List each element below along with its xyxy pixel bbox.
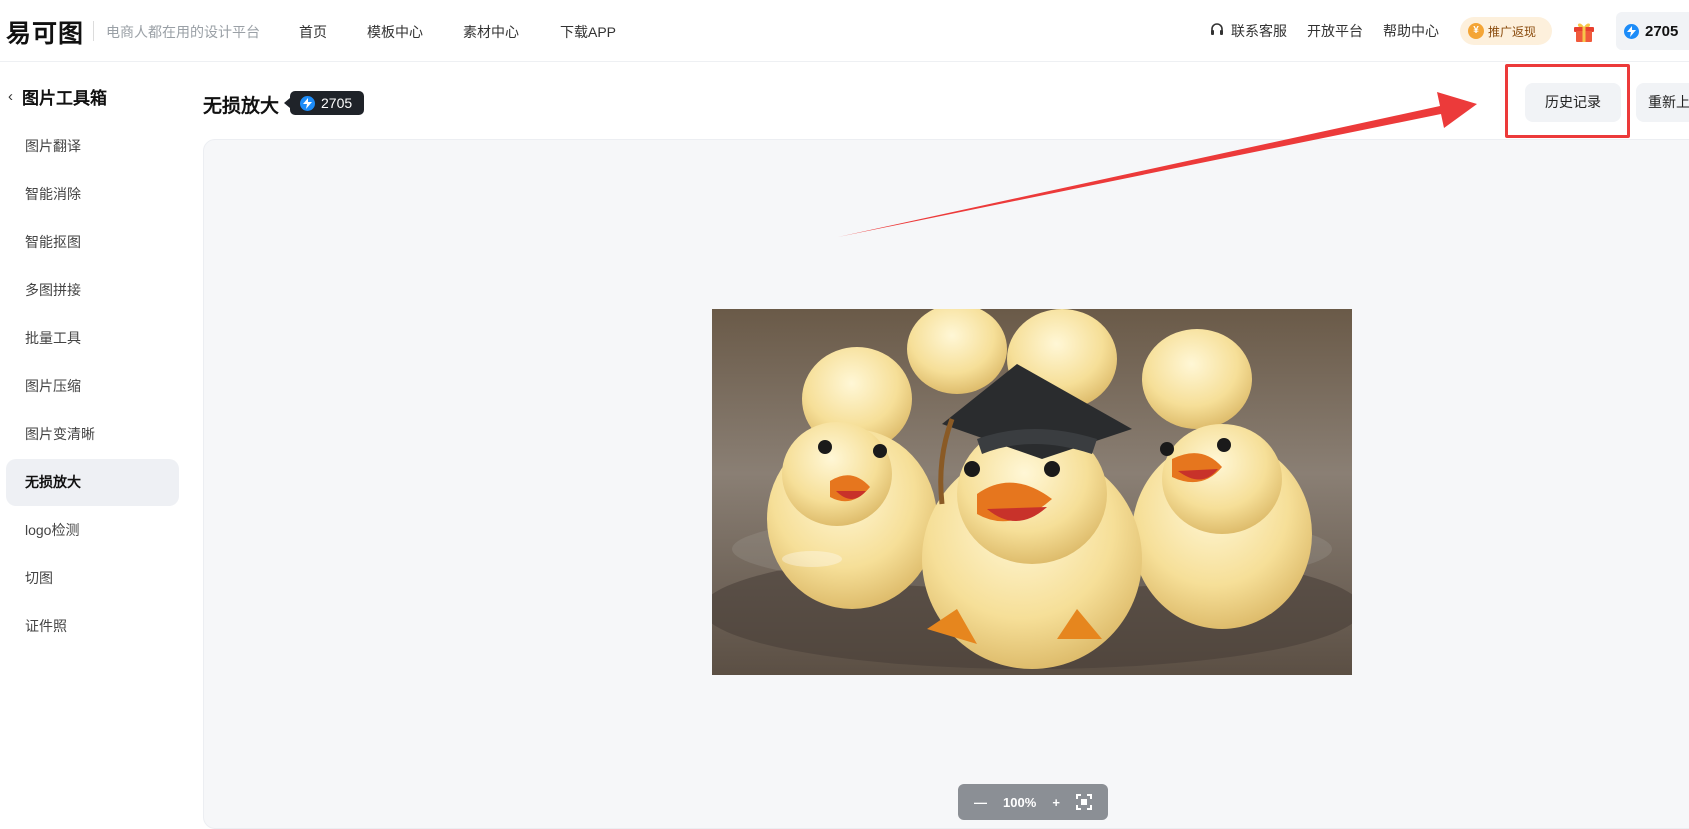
zoom-in-button[interactable]: + [1052,795,1060,810]
headset-icon [1211,23,1223,35]
annotation-highlight-box [1505,64,1630,138]
top-header: 易可图 电商人都在用的设计平台 首页 模板中心 素材中心 下载APP 联系客服 … [0,0,1689,62]
nav-download-app[interactable]: 下载APP [560,22,616,42]
sidebar-item-batch-tools[interactable]: 批量工具 [6,315,179,362]
sidebar-item-compress[interactable]: 图片压缩 [6,363,179,410]
zoom-out-button[interactable]: — [974,795,987,810]
sidebar-item-slice[interactable]: 切图 [6,555,179,602]
zoom-level: 100% [1003,794,1037,810]
chevron-left-icon: ‹ [8,88,13,105]
credit-badge-count: 2705 [321,95,353,111]
sidebar-item-id-photo[interactable]: 证件照 [6,603,179,650]
back-to-toolbox[interactable]: ‹ 图片工具箱 [8,84,107,109]
site-logo[interactable]: 易可图 [6,14,84,50]
sidebar-item-smart-erase[interactable]: 智能消除 [6,171,179,218]
credit-count: 2705 [1645,22,1679,40]
site-slogan: 电商人都在用的设计平台 [106,24,260,40]
gift-icon[interactable] [1572,19,1596,43]
reupload-button[interactable]: 重新上 [1636,83,1689,122]
help-center-link[interactable]: 帮助中心 [1383,21,1439,41]
fit-screen-icon[interactable] [1075,794,1092,810]
sidebar-item-collage[interactable]: 多图拼接 [6,267,179,314]
sidebar-item-lossless-upscale[interactable]: 无损放大 [6,459,179,506]
contact-support-link[interactable]: 联系客服 [1231,21,1287,41]
nav-home[interactable]: 首页 [299,22,327,42]
preview-image[interactable] [712,309,1352,675]
credit-badge: 2705 [283,91,365,115]
sidebar-item-sharpen[interactable]: 图片变清晰 [6,411,179,458]
zoom-controls: — 100% + [958,784,1108,820]
logo-divider [93,21,94,41]
nav-templates[interactable]: 模板中心 [367,22,423,42]
page-title: 无损放大 [203,96,280,117]
nav-materials[interactable]: 素材中心 [463,22,519,42]
sidebar-item-logo-detect[interactable]: logo检测 [6,507,179,554]
bolt-icon [1624,23,1639,39]
toolbox-title: 图片工具箱 [22,89,107,108]
promo-cashback-button[interactable]: ¥ 推广返现 [1460,17,1552,45]
bolt-icon [300,95,315,111]
tool-sidebar: ‹ 图片工具箱 图片翻译 智能消除 智能抠图 多图拼接 批量工具 图片压缩 图片… [0,62,190,811]
sidebar-item-image-translate[interactable]: 图片翻译 [6,123,179,170]
credit-balance[interactable]: 2705 [1616,12,1689,50]
coin-icon: ¥ [1468,23,1484,39]
promo-label: 推广返现 [1488,24,1537,39]
sidebar-item-smart-cutout[interactable]: 智能抠图 [6,219,179,266]
open-platform-link[interactable]: 开放平台 [1307,21,1363,41]
